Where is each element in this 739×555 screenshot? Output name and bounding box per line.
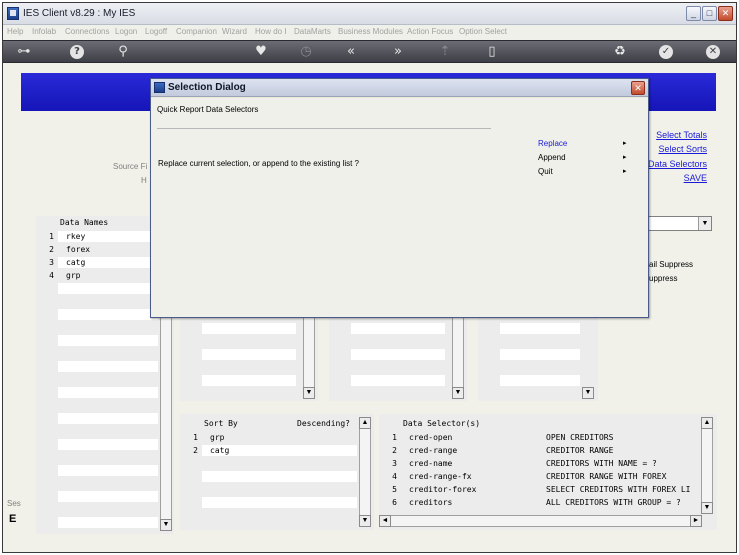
menu-infolab[interactable]: Infolab	[32, 27, 56, 36]
minimize-button[interactable]: _	[686, 6, 701, 21]
menu-companion[interactable]: Companion	[176, 27, 217, 36]
menu-connections[interactable]: Connections	[65, 27, 109, 36]
data-names-header: Data Names	[60, 218, 109, 227]
middle-scrollbar[interactable]: ▼	[452, 313, 464, 399]
menu-business-modules[interactable]: Business Modules	[338, 27, 403, 36]
session-label: Ses	[7, 499, 21, 508]
menu-logon[interactable]: Logon	[115, 27, 137, 36]
source-file-label: Source Fi	[113, 162, 148, 171]
dialog-message: Replace current selection, or append to …	[158, 159, 360, 168]
menu-wizard[interactable]: Wizard	[222, 27, 247, 36]
heart-icon[interactable]: ♥	[253, 44, 269, 60]
rewind-icon[interactable]: «	[343, 44, 359, 60]
middle-panel: ▼	[329, 313, 467, 401]
select-totals-link[interactable]: Select Totals	[656, 130, 707, 140]
menu-bar: Help Infolab Connections Logon Logoff Co…	[3, 25, 736, 40]
app-icon	[7, 7, 19, 20]
scroll-down-button[interactable]: ▼	[303, 387, 315, 399]
menu-action-focus[interactable]: Action Focus	[407, 27, 453, 36]
append-option[interactable]: Append	[538, 153, 566, 162]
search-icon[interactable]: ⚲	[115, 44, 131, 60]
dialog-app-icon	[154, 82, 165, 93]
menu-option-select[interactable]: Option Select	[459, 27, 507, 36]
detail-suppress-label: ail Suppress	[649, 260, 694, 269]
document-icon[interactable]: ▯	[484, 44, 500, 60]
dialog-divider	[157, 128, 491, 129]
upload-icon[interactable]: ⇡	[437, 44, 453, 60]
select-sorts-link[interactable]: Select Sorts	[658, 144, 707, 154]
menu-help[interactable]: Help	[7, 27, 23, 36]
data-selectors-link[interactable]: Data Selectors	[648, 159, 707, 169]
scroll-down-button[interactable]: ▼	[582, 387, 594, 399]
sort-by-header: Sort By	[204, 419, 238, 428]
menu-datamarts[interactable]: DataMarts	[294, 27, 331, 36]
maximize-button[interactable]: □	[702, 6, 717, 21]
selection-dialog: Selection Dialog ✕ Quick Report Data Sel…	[150, 78, 649, 318]
menu-how-do-i[interactable]: How do I	[255, 27, 287, 36]
chevron-right-icon: ▸	[623, 154, 627, 161]
menu-logoff[interactable]: Logoff	[145, 27, 167, 36]
scroll-up-button[interactable]: ▲	[701, 417, 713, 429]
scroll-up-button[interactable]: ▲	[359, 417, 371, 429]
dialog-body: Quick Report Data Selectors Replace curr…	[151, 98, 648, 317]
toolbar: ⊶ ? ⚲ ♥ ◷ « » ⇡ ▯ ♻ ✓ ✕	[3, 40, 736, 63]
window-title: IES Client v8.29 : My IES	[23, 8, 136, 19]
data-selectors-hscrollbar[interactable]: ◄ ►	[379, 515, 702, 527]
close-icon[interactable]: ✕	[706, 45, 720, 59]
scroll-down-button[interactable]: ▼	[452, 387, 464, 399]
scroll-down-button[interactable]: ▼	[160, 519, 172, 531]
sort-by-scrollbar[interactable]: ▲ ▼	[359, 417, 371, 527]
forward-icon[interactable]: »	[390, 44, 406, 60]
scroll-left-button[interactable]: ◄	[379, 515, 391, 527]
chevron-down-icon[interactable]: ▼	[698, 217, 711, 230]
e-label: E	[9, 513, 17, 525]
data-names-scrollbar[interactable]: ▼	[160, 301, 172, 531]
h-label: H	[141, 176, 147, 185]
help-icon[interactable]: ?	[70, 45, 84, 59]
data-selectors-vscrollbar[interactable]: ▲ ▼	[701, 417, 713, 514]
option-combo[interactable]: ▼	[648, 216, 712, 231]
dialog-title-bar: Selection Dialog ✕	[151, 79, 648, 97]
title-bar: IES Client v8.29 : My IES _ □ ✕	[3, 3, 736, 25]
descending-header: Descending?	[297, 419, 350, 428]
scroll-down-button[interactable]: ▼	[359, 515, 371, 527]
window-close-button[interactable]: ✕	[718, 6, 733, 21]
scroll-down-button[interactable]: ▼	[701, 502, 713, 514]
dialog-title: Selection Dialog	[168, 82, 246, 93]
right-panel: ▼	[478, 313, 598, 401]
dialog-subtitle: Quick Report Data Selectors	[157, 105, 259, 114]
totals-panel: ▼	[180, 313, 318, 401]
data-selectors-header: Data Selector(s)	[403, 419, 481, 428]
application-window: IES Client v8.29 : My IES _ □ ✕ Help Inf…	[2, 2, 737, 553]
scroll-right-button[interactable]: ►	[690, 515, 702, 527]
sort-by-panel: Sort By Descending? 1 grp 2 catg ▲ ▼	[180, 414, 374, 530]
totals-scrollbar[interactable]: ▼	[303, 313, 315, 399]
recycle-icon[interactable]: ♻	[612, 44, 628, 60]
key-icon[interactable]: ⊶	[11, 44, 37, 60]
quit-option[interactable]: Quit	[538, 167, 553, 176]
save-link[interactable]: SAVE	[684, 173, 707, 183]
clock-icon[interactable]: ◷	[298, 44, 314, 60]
data-selectors-panel: Data Selector(s) 1 cred-open OPEN CREDITOR…	[379, 414, 717, 530]
replace-option[interactable]: Replace	[538, 139, 567, 148]
chevron-right-icon: ▸	[623, 140, 627, 147]
chevron-right-icon: ▸	[623, 168, 627, 175]
suppress-label: uppress	[649, 274, 678, 283]
dialog-close-button[interactable]: ✕	[631, 81, 645, 95]
check-icon[interactable]: ✓	[659, 45, 673, 59]
